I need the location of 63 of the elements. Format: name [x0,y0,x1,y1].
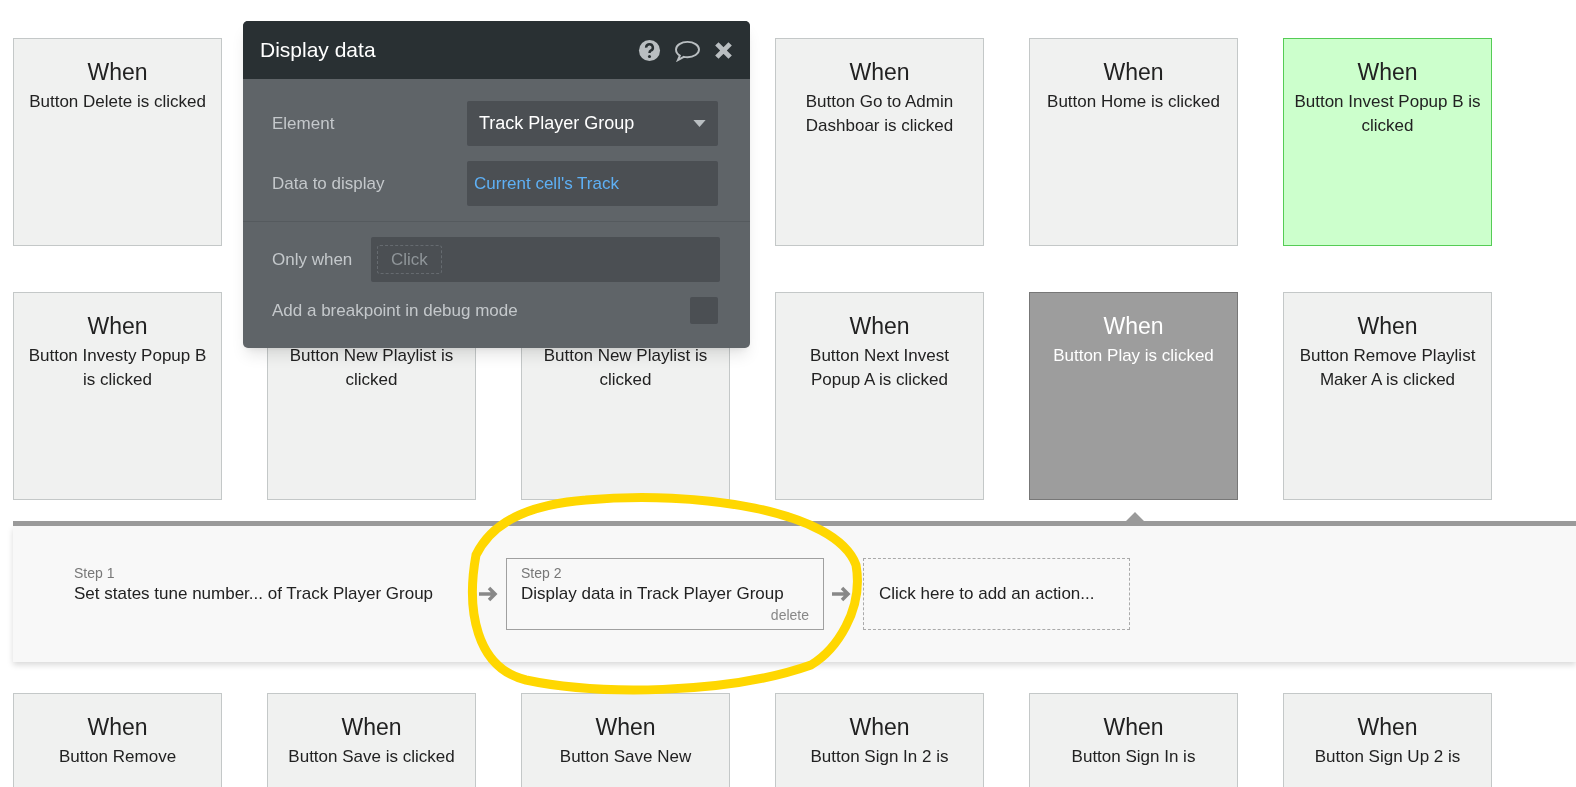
event-description: Button Home is clicked [1047,91,1220,113]
event-description: Button Sign In is [1071,746,1196,768]
event-description: Button New Playlist is clicked [288,345,455,391]
data-field[interactable]: Current cell's Track [467,161,718,206]
event-card[interactable]: When Button Save is clicked [267,693,476,787]
event-description: Button Remove Playlist Maker A is clicked [1298,345,1477,391]
arrow-icon [832,586,851,602]
popup-title: Display data [260,37,377,64]
event-title: When [87,312,148,341]
event-card[interactable]: When Button Delete is clicked [13,38,222,246]
event-description: Button Next Invest Popup A is clicked [809,345,950,391]
event-description: Button Save New [559,746,692,768]
workflow-step[interactable]: Step 2 Display data in Track Player Group delete [506,558,824,630]
event-card[interactable]: When Button Next Invest Popup A is clicked [775,292,984,500]
event-description: Button Investy Popup B is clicked [27,345,208,391]
help-icon[interactable] [638,38,661,62]
event-card[interactable]: When Button Remove [13,693,222,787]
event-description: Button Play is clicked [1053,345,1214,367]
element-dropdown[interactable]: Track Player Group [467,101,718,146]
event-description: Button Sign In 2 is [810,746,949,768]
condition-placeholder: Click [377,244,442,275]
event-title: When [1103,312,1164,341]
event-title: When [849,713,910,742]
arrow-icon [479,586,498,602]
event-card[interactable]: When Button Remove Playlist Maker A is clicked [1283,292,1492,500]
event-title: When [341,713,402,742]
step-label: Step 1 [74,564,116,582]
event-card[interactable]: When Button Save New [521,693,730,787]
event-description: Button Delete is clicked [29,91,206,113]
event-title: When [595,713,656,742]
step-label: Step 2 [521,564,563,582]
event-title: When [849,58,910,87]
event-card[interactable]: When Button Sign Up 2 is [1283,693,1492,787]
field-label: Data to display [272,172,386,195]
event-title: When [1103,713,1164,742]
event-title: When [1357,713,1418,742]
event-title: When [87,713,148,742]
comment-icon[interactable] [674,38,701,62]
event-description: Button Sign Up 2 is [1314,746,1461,768]
event-description: Button Invest Popup B is clicked [1294,91,1481,137]
field-label: Element [272,112,336,135]
event-card[interactable]: When Button Invest Popup B is clicked [1283,38,1492,246]
add-action-button[interactable]: Click here to add an action... [863,558,1130,630]
event-title: When [1357,312,1418,341]
event-card[interactable]: When Button Go to Admin Dashboar is clicked [775,38,984,246]
event-description: Button Remove [58,746,177,768]
event-card[interactable]: When Button Sign In 2 is [775,693,984,787]
field-label: Only when [272,248,354,271]
event-title: When [1103,58,1164,87]
step-text: Display data in Track Player Group [521,583,785,605]
event-description: Button New Playlist is clicked [542,345,709,391]
close-icon[interactable] [714,40,733,60]
workflow-step[interactable]: Step 1 Set states tune number... of Track Player Group [59,558,471,630]
event-card[interactable]: When Button Home is clicked [1029,38,1238,246]
event-title: When [849,312,910,341]
event-card[interactable]: When Button Sign In is [1029,693,1238,787]
event-card[interactable]: When Button Investy Popup B is clicked [13,292,222,500]
step-text: Set states tune number... of Track Player Group [74,583,435,605]
event-description: Button Go to Admin Dashboar is clicked [804,91,955,137]
event-description: Button Save is clicked [288,746,455,768]
event-title: When [1357,58,1418,87]
event-title: When [87,58,148,87]
dropdown-caret-icon [693,120,706,127]
